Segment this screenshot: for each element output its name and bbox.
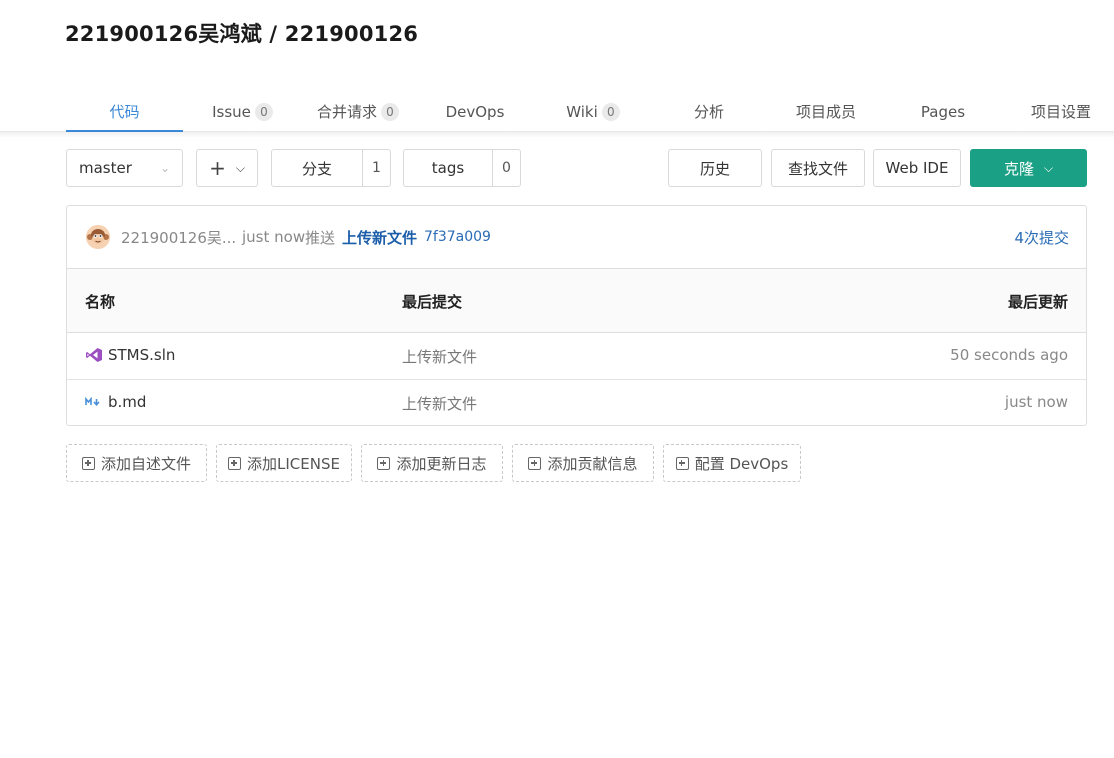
file-browser-panel: 221900126吴... just now 推送 上传新文件 7f37a009…	[66, 205, 1087, 426]
history-button[interactable]: 历史	[668, 149, 762, 187]
header-last-commit: 最后提交	[402, 293, 463, 311]
commit-author[interactable]: 221900126吴...	[121, 227, 236, 248]
add-new-dropdown[interactable]: + ⌵	[196, 149, 258, 187]
markdown-icon	[85, 396, 100, 407]
add-readme-button[interactable]: 添加自述文件	[66, 444, 207, 482]
plus-square-icon	[675, 456, 689, 470]
plus-icon: +	[209, 156, 226, 180]
plus-square-icon	[81, 456, 95, 470]
commit-sha-link[interactable]: 7f37a009	[424, 229, 491, 245]
branch-select[interactable]: master ⌄	[66, 149, 183, 187]
merge-request-count-badge: 0	[381, 102, 399, 121]
file-commit-message[interactable]: 上传新文件	[402, 393, 477, 414]
tab-merge-requests[interactable]: 合并请求 0	[306, 92, 410, 131]
tab-wiki[interactable]: Wiki 0	[551, 92, 635, 131]
file-updated-time: just now	[1004, 393, 1068, 411]
monkey-avatar-icon	[86, 225, 110, 249]
add-changelog-button[interactable]: 添加更新日志	[361, 444, 503, 482]
file-name-link[interactable]: b.md	[108, 393, 146, 411]
last-commit-row: 221900126吴... just now 推送 上传新文件 7f37a009…	[67, 206, 1086, 269]
commit-action: 推送	[305, 228, 336, 247]
commit-time: just now	[242, 228, 306, 246]
tab-settings[interactable]: 项目设置	[1018, 92, 1104, 131]
avatar[interactable]	[86, 225, 110, 249]
plus-square-icon	[528, 456, 542, 470]
visual-studio-icon	[86, 348, 102, 362]
branches-count: 1	[362, 150, 390, 186]
chevron-down-icon: ⌵	[1043, 160, 1054, 175]
issue-count-badge: 0	[254, 102, 273, 121]
tab-devops[interactable]: DevOps	[432, 92, 518, 131]
clone-button[interactable]: 克隆 ⌵	[970, 149, 1087, 187]
table-row[interactable]: b.md 上传新文件 just now	[67, 379, 1086, 425]
configure-devops-button[interactable]: 配置 DevOps	[663, 444, 801, 482]
file-table-header: 名称 最后提交 最后更新	[67, 269, 1086, 333]
plus-square-icon	[377, 456, 391, 470]
find-file-button[interactable]: 查找文件	[771, 149, 865, 187]
header-last-update: 最后更新	[1007, 293, 1068, 311]
tab-code[interactable]: 代码	[66, 92, 183, 132]
commit-message-link[interactable]: 上传新文件	[342, 227, 417, 248]
commit-count-link[interactable]: 4次提交	[1014, 227, 1069, 248]
file-commit-message[interactable]: 上传新文件	[402, 346, 477, 367]
repo-title: 221900126吴鸿斌 / 221900126	[65, 22, 419, 46]
tab-issue[interactable]: Issue 0	[200, 92, 285, 131]
file-updated-time: 50 seconds ago	[950, 346, 1068, 364]
add-contributing-button[interactable]: 添加贡献信息	[512, 444, 654, 482]
repo-nav-tabs: 代码 Issue 0 合并请求 0 DevOps Wiki 0 分析 项目成员 …	[0, 92, 1114, 132]
file-name-link[interactable]: STMS.sln	[108, 346, 175, 364]
table-row[interactable]: STMS.sln 上传新文件 50 seconds ago	[67, 333, 1086, 379]
tabs-shadow	[0, 132, 1114, 138]
tags-count: 0	[492, 150, 520, 186]
header-name: 名称	[85, 293, 116, 311]
web-ide-button[interactable]: Web IDE	[873, 149, 961, 187]
chevron-down-icon: ⌵	[235, 160, 245, 175]
tags-button[interactable]: tags 0	[403, 149, 521, 187]
tab-pages[interactable]: Pages	[908, 92, 978, 131]
wiki-count-badge: 0	[601, 102, 620, 121]
tab-members[interactable]: 项目成员	[782, 92, 870, 131]
add-license-button[interactable]: 添加LICENSE	[216, 444, 352, 482]
chevron-down-icon: ⌄	[159, 161, 170, 175]
branches-button[interactable]: 分支 1	[271, 149, 391, 187]
plus-square-icon	[228, 456, 242, 470]
tab-analytics[interactable]: 分析	[672, 92, 746, 131]
